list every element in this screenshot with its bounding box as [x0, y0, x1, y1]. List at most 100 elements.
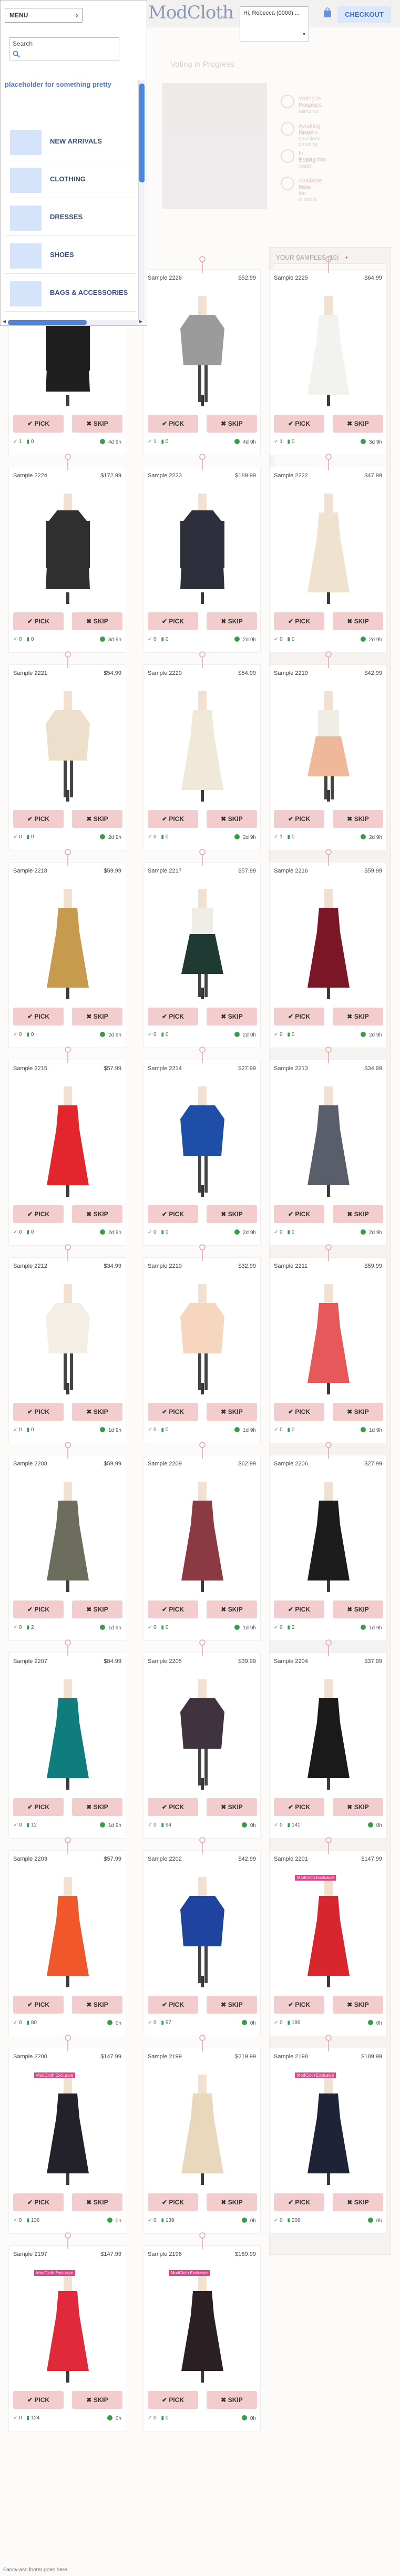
pick-button[interactable]: ✔ PICK — [13, 1403, 64, 1421]
add-icon[interactable]: + — [345, 254, 348, 261]
product-image[interactable] — [13, 1873, 122, 1988]
account-dropdown[interactable]: Hi, Rebecca (0000) ... ▾ — [240, 6, 309, 42]
skip-button[interactable]: ✖ SKIP — [207, 1600, 257, 1618]
skip-button[interactable]: ✖ SKIP — [333, 1008, 383, 1025]
pick-button[interactable]: ✔ PICK — [148, 1008, 198, 1025]
skip-button[interactable]: ✖ SKIP — [207, 2193, 257, 2211]
pick-button[interactable]: ✔ PICK — [274, 810, 324, 828]
product-image[interactable] — [274, 1477, 383, 1593]
skip-button[interactable]: ✖ SKIP — [207, 1996, 257, 2014]
skip-button[interactable]: ✖ SKIP — [207, 612, 257, 630]
skip-button[interactable]: ✖ SKIP — [72, 1600, 122, 1618]
product-image[interactable] — [13, 885, 122, 1000]
menu-item-dresses[interactable]: DRESSES — [5, 198, 136, 236]
product-image[interactable] — [274, 1280, 383, 1395]
product-image[interactable] — [13, 1280, 122, 1395]
pick-button[interactable]: ✔ PICK — [274, 1996, 324, 2014]
skip-button[interactable]: ✖ SKIP — [333, 2193, 383, 2211]
product-image[interactable] — [274, 885, 383, 1000]
pick-button[interactable]: ✔ PICK — [148, 1798, 198, 1816]
skip-button[interactable]: ✖ SKIP — [333, 1798, 383, 1816]
product-image[interactable] — [148, 885, 257, 1000]
pick-button[interactable]: ✔ PICK — [148, 810, 198, 828]
skip-button[interactable]: ✖ SKIP — [72, 1996, 122, 2014]
pick-button[interactable]: ✔ PICK — [148, 1600, 198, 1618]
pick-button[interactable]: ✔ PICK — [148, 1996, 198, 2014]
product-image[interactable] — [148, 489, 257, 605]
product-image[interactable] — [148, 1477, 257, 1593]
skip-button[interactable]: ✖ SKIP — [72, 810, 122, 828]
product-image[interactable] — [13, 687, 122, 803]
skip-button[interactable]: ✖ SKIP — [207, 2391, 257, 2409]
skip-button[interactable]: ✖ SKIP — [72, 2193, 122, 2211]
skip-button[interactable]: ✖ SKIP — [207, 1403, 257, 1421]
product-image[interactable] — [148, 1873, 257, 1988]
product-image[interactable] — [148, 687, 257, 803]
pick-button[interactable]: ✔ PICK — [13, 2391, 64, 2409]
search-input[interactable]: Search — [9, 37, 119, 60]
horizontal-scrollbar[interactable] — [8, 320, 138, 325]
skip-button[interactable]: ✖ SKIP — [72, 1008, 122, 1025]
product-image[interactable] — [13, 1082, 122, 1198]
product-image[interactable] — [148, 2268, 257, 2384]
skip-button[interactable]: ✖ SKIP — [333, 612, 383, 630]
product-image[interactable] — [148, 292, 257, 407]
product-image[interactable] — [274, 687, 383, 803]
pick-button[interactable]: ✔ PICK — [274, 1403, 324, 1421]
skip-button[interactable]: ✖ SKIP — [333, 1996, 383, 2014]
skip-button[interactable]: ✖ SKIP — [207, 810, 257, 828]
product-image[interactable] — [274, 1873, 383, 1988]
menu-item-shoes[interactable]: SHOES — [5, 236, 136, 274]
menu-item-bags-accessories[interactable]: BAGS & ACCESSORIES — [5, 274, 136, 312]
pick-button[interactable]: ✔ PICK — [148, 2391, 198, 2409]
skip-button[interactable]: ✖ SKIP — [333, 1205, 383, 1223]
scroll-left-arrow-icon[interactable]: ◀ — [3, 319, 6, 324]
product-image[interactable] — [274, 489, 383, 605]
pick-button[interactable]: ✔ PICK — [274, 2193, 324, 2211]
product-image[interactable] — [148, 1082, 257, 1198]
modcloth-logo[interactable]: ModCloth — [148, 2, 234, 23]
skip-button[interactable]: ✖ SKIP — [333, 415, 383, 433]
pick-button[interactable]: ✔ PICK — [274, 1600, 324, 1618]
pick-button[interactable]: ✔ PICK — [274, 612, 324, 630]
search-icon[interactable] — [13, 50, 20, 58]
shopping-bag-icon[interactable] — [323, 7, 332, 18]
skip-button[interactable]: ✖ SKIP — [207, 1008, 257, 1025]
pick-button[interactable]: ✔ PICK — [274, 1205, 324, 1223]
product-image[interactable] — [274, 1675, 383, 1791]
skip-button[interactable]: ✖ SKIP — [333, 1600, 383, 1618]
scroll-right-arrow-icon[interactable]: ▶ — [139, 319, 142, 324]
pick-button[interactable]: ✔ PICK — [274, 1008, 324, 1025]
pick-button[interactable]: ✔ PICK — [13, 1798, 64, 1816]
pick-button[interactable]: ✔ PICK — [274, 1798, 324, 1816]
menu-toggle-button[interactable]: MENU x — [5, 8, 83, 23]
pick-button[interactable]: ✔ PICK — [13, 810, 64, 828]
pick-button[interactable]: ✔ PICK — [13, 612, 64, 630]
product-image[interactable] — [274, 2070, 383, 2186]
product-image[interactable] — [13, 1477, 122, 1593]
skip-button[interactable]: ✖ SKIP — [207, 415, 257, 433]
pick-button[interactable]: ✔ PICK — [13, 1996, 64, 2014]
pick-button[interactable]: ✔ PICK — [148, 415, 198, 433]
skip-button[interactable]: ✖ SKIP — [207, 1205, 257, 1223]
product-image[interactable] — [13, 2070, 122, 2186]
pick-button[interactable]: ✔ PICK — [274, 415, 324, 433]
skip-button[interactable]: ✖ SKIP — [72, 2391, 122, 2409]
skip-button[interactable]: ✖ SKIP — [333, 810, 383, 828]
close-icon[interactable]: x — [76, 8, 79, 22]
pick-button[interactable]: ✔ PICK — [13, 1600, 64, 1618]
pick-button[interactable]: ✔ PICK — [13, 415, 64, 433]
checkout-button[interactable]: CHECKOUT — [337, 6, 391, 23]
skip-button[interactable]: ✖ SKIP — [207, 1798, 257, 1816]
menu-item-clothing[interactable]: CLOTHING — [5, 160, 136, 198]
product-image[interactable] — [274, 292, 383, 407]
product-image[interactable] — [13, 489, 122, 605]
product-image[interactable] — [148, 2070, 257, 2186]
skip-button[interactable]: ✖ SKIP — [333, 1403, 383, 1421]
pick-button[interactable]: ✔ PICK — [148, 2193, 198, 2211]
skip-button[interactable]: ✖ SKIP — [72, 415, 122, 433]
pick-button[interactable]: ✔ PICK — [148, 612, 198, 630]
skip-button[interactable]: ✖ SKIP — [72, 1798, 122, 1816]
vertical-scrollbar[interactable] — [138, 80, 145, 320]
skip-button[interactable]: ✖ SKIP — [72, 1403, 122, 1421]
